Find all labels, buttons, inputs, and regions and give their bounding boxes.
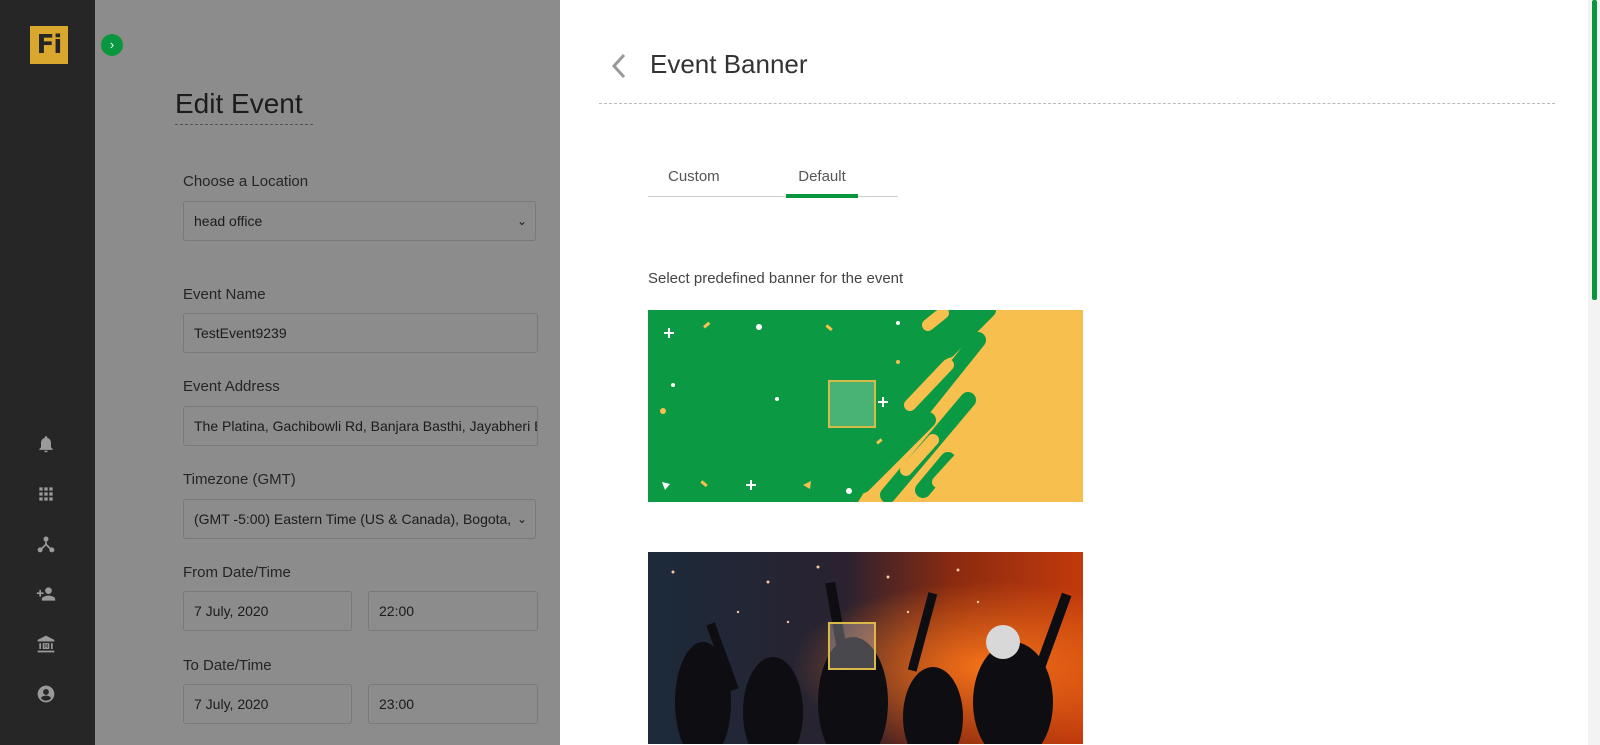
hierarchy-icon[interactable] xyxy=(34,532,58,556)
bell-icon[interactable] xyxy=(34,432,58,456)
title-divider xyxy=(599,103,1555,104)
panel-scrollbar[interactable] xyxy=(1588,0,1600,745)
grid-icon[interactable] xyxy=(34,482,58,506)
tab-custom[interactable]: Custom xyxy=(668,168,720,197)
bank-icon[interactable]: M xyxy=(34,632,58,656)
svg-text:M: M xyxy=(44,644,48,650)
banner-hint-text: Select predefined banner for the event xyxy=(648,270,904,287)
app-logo[interactable]: Fi xyxy=(30,26,68,64)
expand-sidebar-button[interactable]: › xyxy=(101,34,123,56)
banner-tabs: Custom Default xyxy=(648,160,898,198)
banner-option-green-yellow[interactable] xyxy=(648,310,1083,502)
chevron-right-icon: › xyxy=(109,37,115,52)
account-icon[interactable] xyxy=(34,682,58,706)
panel-title: Event Banner xyxy=(650,49,808,79)
add-user-icon[interactable] xyxy=(34,582,58,606)
banner-select-marker xyxy=(828,622,876,670)
tab-default[interactable]: Default xyxy=(786,168,858,198)
scrollbar-thumb[interactable] xyxy=(1592,0,1597,300)
banner-option-party-crowd[interactable] xyxy=(648,552,1083,744)
sidebar: Fi M xyxy=(0,0,95,745)
banner-select-marker xyxy=(828,380,876,428)
back-arrow-icon[interactable] xyxy=(609,52,629,80)
